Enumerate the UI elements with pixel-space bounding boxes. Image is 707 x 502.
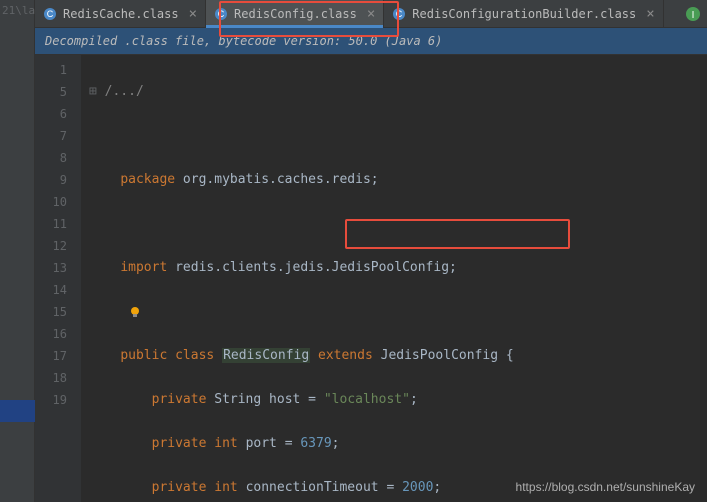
- close-icon[interactable]: ×: [367, 6, 375, 22]
- code-line: import redis.clients.jedis.JedisPoolConf…: [89, 257, 707, 279]
- svg-text:I: I: [692, 10, 695, 21]
- lineno: 19: [39, 389, 67, 411]
- close-icon[interactable]: ×: [189, 6, 197, 22]
- lineno: 16: [39, 323, 67, 345]
- tab-label: RedisConfigurationBuilder.class: [412, 7, 636, 21]
- tab-redis-cache[interactable]: C RedisCache.class ×: [35, 0, 206, 27]
- svg-text:C: C: [396, 9, 403, 19]
- code-line: public class RedisConfig extends JedisPo…: [89, 345, 707, 367]
- code-line: [89, 125, 707, 147]
- decompile-notice: Decompiled .class file, bytecode version…: [35, 28, 707, 55]
- code-line: [89, 301, 707, 323]
- code-line: private int port = 6379;: [89, 433, 707, 455]
- lineno: 18: [39, 367, 67, 389]
- lineno: 8: [39, 147, 67, 169]
- close-icon[interactable]: ×: [646, 6, 654, 22]
- tab-label: RedisConfig.class: [234, 7, 357, 21]
- lineno: 9: [39, 169, 67, 191]
- lineno: 15: [39, 301, 67, 323]
- lineno: 10: [39, 191, 67, 213]
- gutter-highlight: [0, 400, 35, 422]
- class-file-icon: C: [43, 7, 57, 21]
- lineno: 12: [39, 235, 67, 257]
- code-line: private String host = "localhost";: [89, 389, 707, 411]
- editor-tabbar: C RedisCache.class × C RedisConfig.class…: [35, 0, 707, 28]
- svg-text:C: C: [47, 9, 54, 19]
- fold-icon[interactable]: ⊞: [89, 84, 105, 99]
- line-numbers: 1 5 6 7 8 9 10 11 12 13 14 15 16 17 18 1…: [35, 55, 81, 502]
- tab-redis-config[interactable]: C RedisConfig.class ×: [206, 0, 384, 27]
- watermark-text: https://blog.csdn.net/sunshineKay: [516, 480, 695, 494]
- lineno: 7: [39, 125, 67, 147]
- tab-redis-configuration-builder[interactable]: C RedisConfigurationBuilder.class ×: [384, 0, 663, 27]
- code-line: ⊞ /.../: [89, 81, 707, 103]
- tab-label: RedisCache.class: [63, 7, 179, 21]
- project-gutter: 21\la: [0, 0, 35, 502]
- gutter-text: 21\la: [0, 0, 34, 21]
- code-line: package org.mybatis.caches.redis;: [89, 169, 707, 191]
- class-file-icon: C: [214, 7, 228, 21]
- lineno: 11: [39, 213, 67, 235]
- lineno: 6: [39, 103, 67, 125]
- lineno: 17: [39, 345, 67, 367]
- intention-bulb-icon[interactable]: [128, 305, 142, 319]
- code-editor[interactable]: 1 5 6 7 8 9 10 11 12 13 14 15 16 17 18 1…: [35, 55, 707, 502]
- code-content[interactable]: ⊞ /.../ package org.mybatis.caches.redis…: [81, 55, 707, 502]
- indexing-icon: I: [685, 6, 701, 22]
- svg-text:C: C: [218, 9, 225, 19]
- lineno: 13: [39, 257, 67, 279]
- lineno: 5: [39, 81, 67, 103]
- code-line: [89, 213, 707, 235]
- class-file-icon: C: [392, 7, 406, 21]
- lineno: 14: [39, 279, 67, 301]
- lineno: 1: [39, 59, 67, 81]
